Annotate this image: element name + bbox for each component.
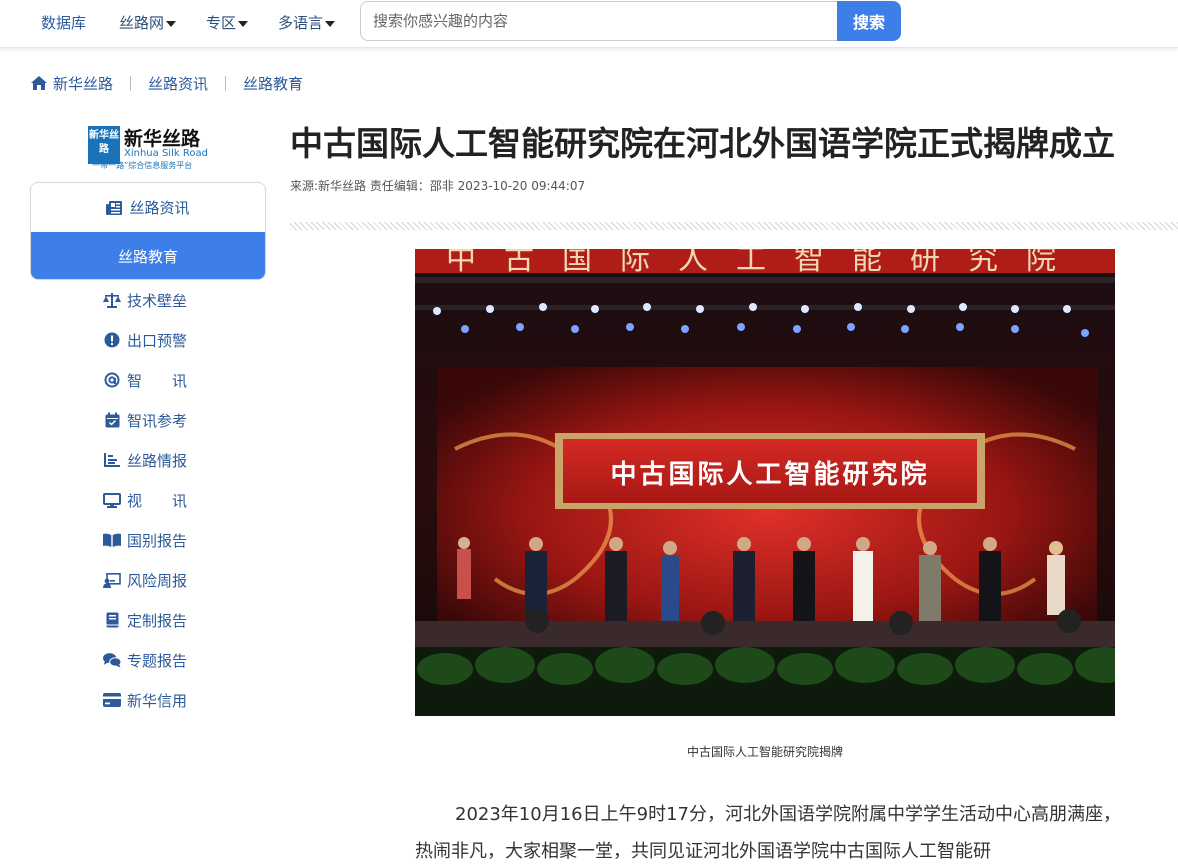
sidebar-item-country-report[interactable]: 国别报告	[103, 529, 187, 551]
scale-icon	[103, 291, 121, 309]
credit-card-icon	[103, 691, 121, 709]
sidebar-item-education[interactable]: 丝路教育	[31, 232, 265, 279]
monitor-icon	[103, 491, 121, 509]
at-icon	[103, 371, 121, 389]
sidebar-item-custom-report[interactable]: 定制报告	[103, 609, 187, 631]
breadcrumb: 新华丝路 丝路资讯 丝路教育	[30, 72, 303, 94]
comments-icon	[103, 651, 121, 669]
newspaper-icon	[106, 200, 123, 215]
photo-caption: 中古国际人工智能研究院揭牌	[686, 745, 843, 759]
sidebar-item-label: 新华信用	[127, 691, 188, 710]
logo-slogan: “一带一路”综合信息服务平台	[88, 161, 193, 170]
breadcrumb-education[interactable]: 丝路教育	[243, 73, 303, 94]
sidebar-item-xinhua-credit[interactable]: 新华信用	[103, 689, 187, 711]
sidebar-item-topic-report[interactable]: 专题报告	[103, 649, 187, 671]
sidebar-item-label: 国别报告	[127, 531, 188, 550]
photo-banner-top-text: 中古国际人工智能研究院	[446, 249, 1084, 277]
article-paragraph: 2023年10月16日上午9时17分，河北外国语学院附属中学学生活动中心高朋满座…	[415, 804, 1121, 862]
sidebar-item-label: 技术壁垒	[127, 291, 188, 310]
hatched-divider	[290, 222, 1178, 230]
article-title: 中古国际人工智能研究院在河北外国语学院正式揭牌成立	[290, 124, 1115, 163]
sidebar-item-label: 出口预警	[127, 331, 188, 350]
sidebar-item-news[interactable]: 丝路资讯	[31, 183, 265, 232]
photo-banner-text: 中古国际人工智能研究院	[610, 459, 929, 490]
calendar-icon	[103, 411, 121, 429]
logo-english: Xinhua Silk Road	[124, 148, 208, 159]
nav-zone[interactable]: 专区	[206, 12, 249, 33]
nav-silkroad-net-label: 丝路网	[119, 14, 165, 32]
notebook-icon	[103, 611, 121, 629]
caret-down-icon	[166, 20, 177, 27]
sidebar-item-label: 视 讯	[127, 491, 188, 510]
sidebar-item-export-alert[interactable]: 出口预警	[103, 329, 187, 351]
logo-mark: 新华丝路	[88, 126, 120, 164]
sidebar-item-silkroad-intel[interactable]: 丝路情报	[103, 449, 187, 471]
alert-icon	[103, 331, 121, 349]
logo-title: 新华丝路	[124, 128, 201, 150]
presentation-icon	[103, 571, 121, 589]
sidebar-item-tech-barrier[interactable]: 技术壁垒	[103, 289, 187, 311]
sidebar-item-label: 丝路资讯	[129, 199, 190, 217]
bar-chart-icon	[103, 451, 121, 469]
logo-mark-text: 新华丝路	[89, 130, 119, 155]
sidebar-item-zhixun[interactable]: 智 讯	[103, 369, 187, 391]
sidebar-item-label: 风险周报	[127, 571, 188, 590]
article-meta: 来源:新华丝路 责任编辑：邵非 2023-10-20 09:44:07	[290, 179, 586, 193]
sidebar-item-zhixun-reference[interactable]: 智讯参考	[103, 409, 187, 431]
breadcrumb-divider	[225, 75, 227, 91]
search-input[interactable]	[360, 1, 838, 41]
sidebar-item-label: 丝路教育	[117, 247, 178, 266]
home-icon	[31, 76, 47, 90]
sidebar-item-label: 专题报告	[127, 651, 188, 670]
caret-down-icon	[325, 20, 336, 27]
ceremony-photo[interactable]: 中古国际人工智能研究院 中古国际人工智能研究院	[415, 249, 1115, 716]
nav-zone-label: 专区	[206, 14, 237, 32]
sidebar-item-risk-weekly[interactable]: 风险周报	[103, 569, 187, 591]
nav-silkroad-net[interactable]: 丝路网	[119, 12, 177, 33]
sidebar-card: 丝路资讯 丝路教育	[30, 182, 266, 280]
breadcrumb-divider	[130, 75, 132, 91]
breadcrumb-home[interactable]: 新华丝路	[53, 73, 113, 94]
sidebar-item-label: 智 讯	[127, 371, 188, 390]
sidebar-item-label: 丝路情报	[127, 451, 188, 470]
caret-down-icon	[238, 20, 249, 27]
nav-multilang-label: 多语言	[278, 14, 324, 32]
xinhua-silk-road-logo[interactable]: 新华丝路 新华丝路 Xinhua Silk Road “一带一路”综合信息服务平…	[88, 122, 210, 172]
nav-multilang[interactable]: 多语言	[278, 12, 336, 33]
book-icon	[103, 531, 121, 549]
breadcrumb-news[interactable]: 丝路资讯	[148, 73, 208, 94]
sidebar-item-video[interactable]: 视 讯	[103, 489, 187, 511]
top-nav: 数据库 丝路网 专区 多语言 搜索	[0, 0, 1178, 48]
sidebar-item-label: 智讯参考	[127, 411, 188, 430]
search-button[interactable]: 搜索	[837, 1, 901, 41]
sidebar-item-label: 定制报告	[127, 611, 188, 630]
nav-database[interactable]: 数据库	[41, 12, 86, 33]
